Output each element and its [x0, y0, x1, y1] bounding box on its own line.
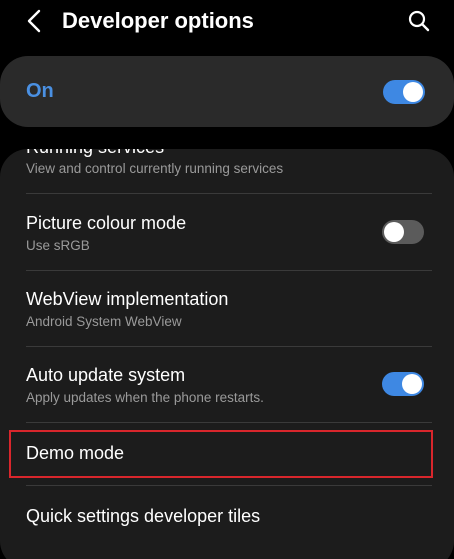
arrow-left-icon — [27, 9, 41, 33]
setting-quick-settings-developer-tiles[interactable]: Quick settings developer tiles — [0, 486, 454, 548]
setting-summary: View and control currently running servi… — [26, 161, 284, 176]
setting-summary: Use sRGB — [26, 238, 90, 253]
setting-title: Quick settings developer tiles — [26, 506, 261, 526]
search-icon — [408, 10, 430, 32]
master-toggle[interactable] — [383, 80, 425, 104]
setting-summary: Android System WebView — [26, 314, 182, 329]
master-switch-bar[interactable]: On — [0, 56, 454, 127]
setting-running-services[interactable]: Running services View and control curren… — [0, 149, 454, 193]
setting-title: WebView implementation — [26, 289, 229, 309]
page-title: Developer options — [62, 8, 254, 33]
master-switch-label: On — [26, 80, 54, 102]
back-button[interactable] — [20, 6, 50, 36]
toggle-knob — [402, 374, 422, 394]
setting-title: Demo mode — [26, 443, 125, 463]
settings-list: Running services View and control curren… — [0, 149, 454, 559]
app-bar: Developer options — [0, 0, 454, 44]
search-button[interactable] — [404, 6, 434, 36]
setting-picture-colour-mode[interactable]: Picture colour mode Use sRGB — [0, 194, 454, 270]
setting-title: Running services — [26, 149, 164, 158]
toggle-knob — [403, 82, 423, 102]
auto-update-system-toggle[interactable] — [382, 372, 424, 396]
setting-title: Auto update system — [26, 365, 186, 385]
setting-demo-mode[interactable]: Demo mode — [0, 423, 454, 485]
picture-colour-mode-toggle[interactable] — [382, 220, 424, 244]
setting-webview-implementation[interactable]: WebView implementation Android System We… — [0, 271, 454, 346]
setting-title: Picture colour mode — [26, 213, 187, 233]
setting-summary: Apply updates when the phone restarts. — [26, 390, 264, 405]
setting-auto-update-system[interactable]: Auto update system Apply updates when th… — [0, 347, 454, 422]
toggle-knob — [384, 222, 404, 242]
